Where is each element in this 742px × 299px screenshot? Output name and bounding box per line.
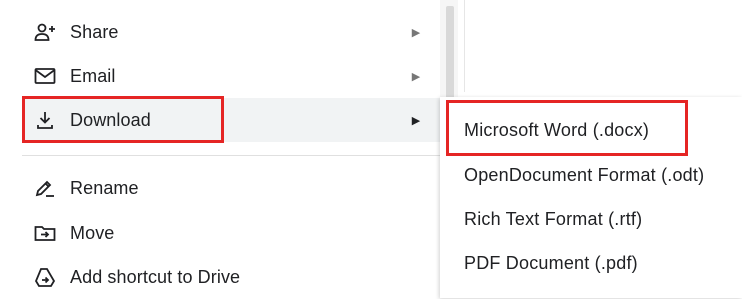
mail-icon [32, 65, 58, 87]
folder-move-icon [32, 222, 58, 244]
menu-divider [22, 155, 440, 156]
submenu-item-odt[interactable]: OpenDocument Format (.odt) [464, 153, 704, 197]
pencil-icon [32, 177, 58, 199]
chevron-right-icon: ▶ [411, 70, 421, 83]
download-highlight-box [22, 96, 224, 143]
menu-item-label: Add shortcut to Drive [70, 266, 241, 287]
file-menu: Share ▶ Email ▶ Download ▶ Rename Move A… [0, 0, 440, 298]
submenu-item-pdf[interactable]: PDF Document (.pdf) [464, 241, 638, 285]
submenu-item-label: OpenDocument Format (.odt) [464, 164, 705, 185]
share-person-icon [32, 21, 58, 43]
menu-item-move[interactable]: Move [22, 211, 440, 255]
panel-separator [464, 0, 465, 92]
menu-item-email[interactable]: Email ▶ [22, 54, 440, 98]
chevron-right-icon: ▶ [411, 114, 421, 127]
menu-item-rename[interactable]: Rename [22, 166, 440, 210]
chevron-right-icon: ▶ [411, 26, 421, 39]
submenu-item-label: Rich Text Format (.rtf) [464, 208, 643, 229]
menu-item-label: Email [70, 65, 116, 86]
drive-shortcut-icon [32, 266, 58, 288]
docx-highlight-box [446, 100, 688, 156]
menu-item-add-shortcut[interactable]: Add shortcut to Drive [22, 255, 440, 299]
scrollbar-thumb[interactable] [446, 6, 454, 108]
submenu-item-label: PDF Document (.pdf) [464, 252, 638, 273]
menu-item-label: Share [70, 21, 119, 42]
menu-item-label: Move [70, 222, 115, 243]
menu-item-label: Rename [70, 177, 139, 198]
menu-item-share[interactable]: Share ▶ [22, 10, 440, 54]
submenu-item-rtf[interactable]: Rich Text Format (.rtf) [464, 197, 642, 241]
